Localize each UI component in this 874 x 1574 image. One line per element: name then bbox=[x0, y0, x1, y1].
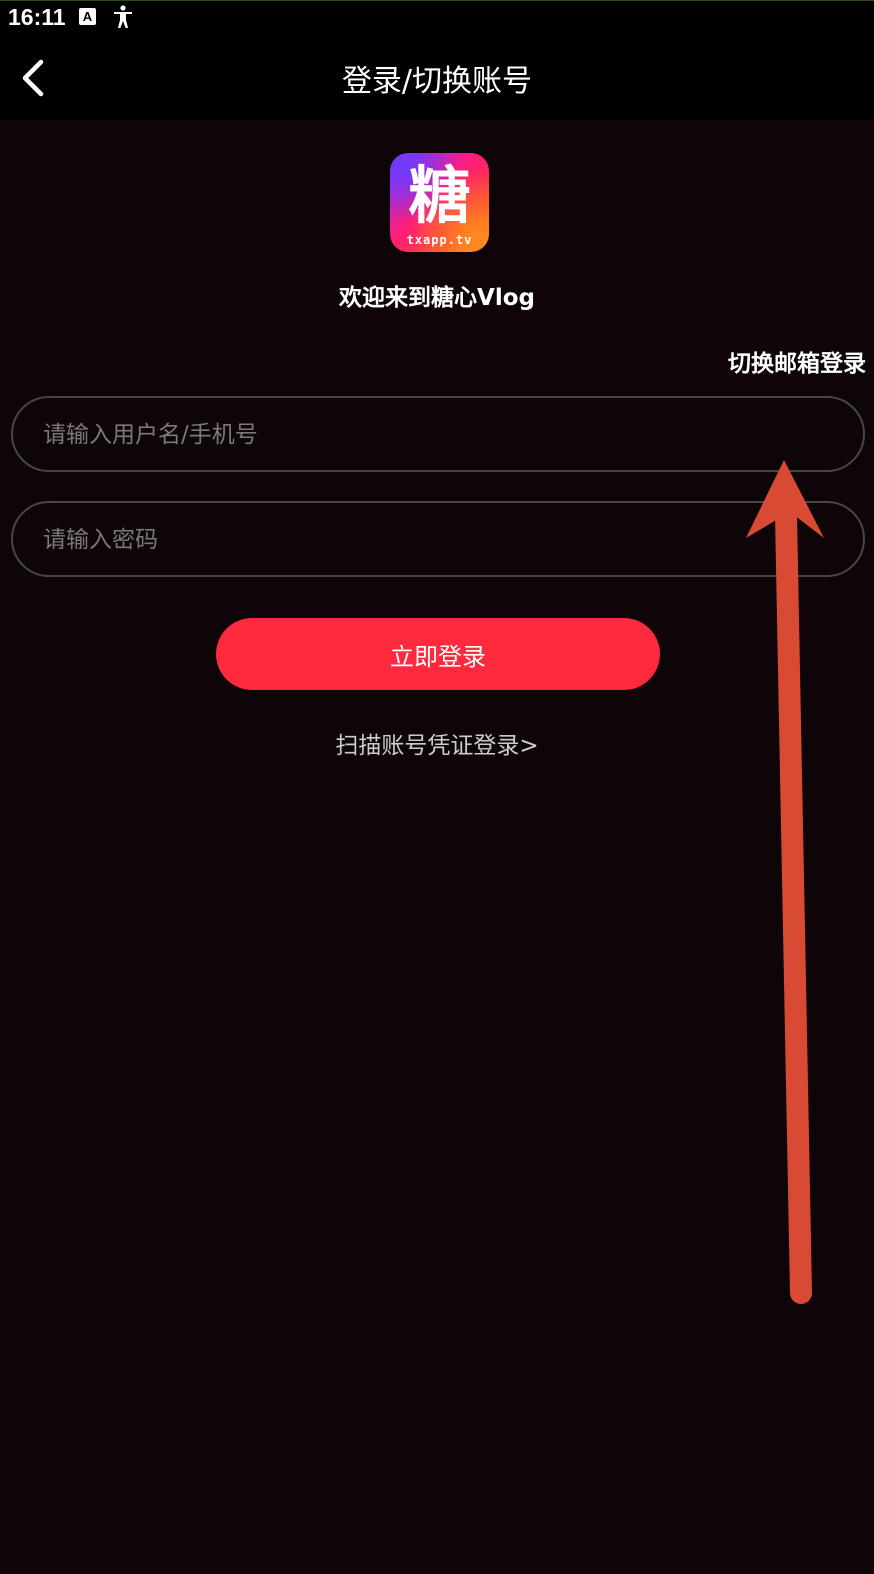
switch-email-login-link[interactable]: 切换邮箱登录 bbox=[728, 344, 866, 378]
username-field-wrapper bbox=[11, 396, 865, 472]
title-bar: 登录/切换账号 bbox=[0, 36, 874, 120]
status-time: 16:11 bbox=[8, 4, 66, 30]
login-button[interactable]: 立即登录 bbox=[216, 618, 660, 690]
status-bar: 16:11 A bbox=[0, 0, 874, 36]
welcome-text: 欢迎来到糖心Vlog bbox=[339, 285, 535, 311]
a-font-icon: A bbox=[79, 8, 96, 25]
password-input[interactable] bbox=[41, 503, 835, 577]
accessibility-icon bbox=[113, 5, 133, 29]
annotation-arrow-shaft bbox=[775, 504, 812, 1304]
password-field-wrapper bbox=[11, 501, 865, 577]
app-logo: 糖 txapp.tv bbox=[390, 153, 489, 252]
logo-glyph: 糖 bbox=[408, 159, 471, 232]
status-bar-edge bbox=[0, 0, 874, 1]
username-input[interactable] bbox=[41, 398, 835, 472]
page-title: 登录/切换账号 bbox=[341, 64, 533, 99]
logo-domain: txapp.tv bbox=[406, 233, 473, 247]
scan-credential-login-link[interactable]: 扫描账号凭证登录> bbox=[0, 726, 874, 760]
